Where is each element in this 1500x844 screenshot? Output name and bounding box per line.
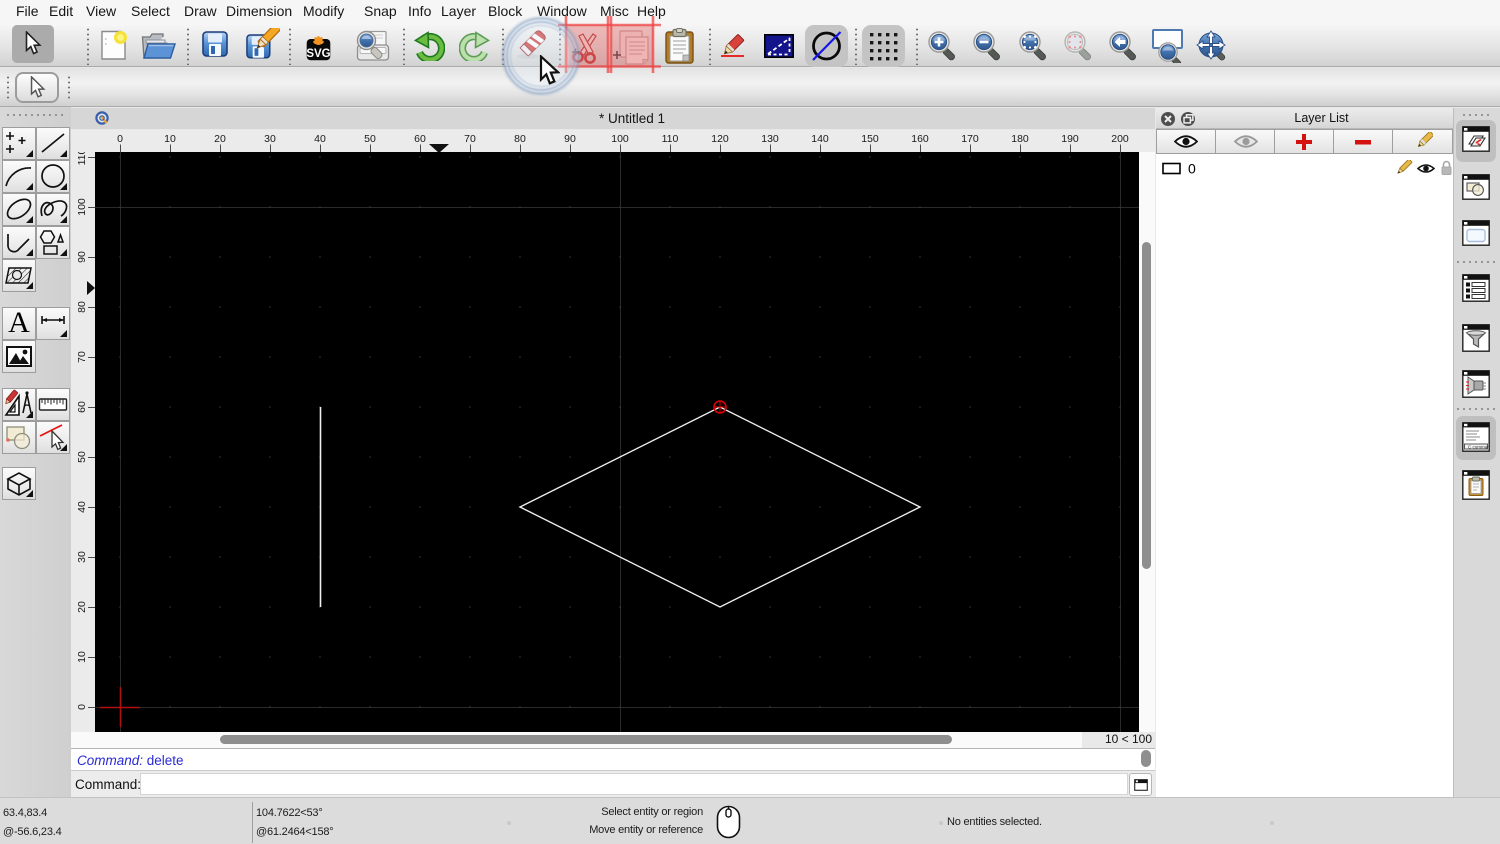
svg-text:0: 0 bbox=[76, 704, 88, 710]
svg-text:110: 110 bbox=[76, 152, 88, 165]
svg-text:200: 200 bbox=[1111, 133, 1129, 145]
svg-text:30: 30 bbox=[264, 133, 276, 145]
svg-text:120: 120 bbox=[711, 133, 729, 145]
svg-text:0: 0 bbox=[1188, 161, 1196, 177]
svg-text:60: 60 bbox=[414, 133, 426, 145]
svg-text:20: 20 bbox=[76, 601, 88, 613]
svg-text:60: 60 bbox=[76, 401, 88, 413]
svg-text:180: 180 bbox=[1011, 133, 1029, 145]
svg-text:40: 40 bbox=[76, 501, 88, 513]
svg-text:C command: C command bbox=[1468, 444, 1490, 449]
svg-text:150: 150 bbox=[861, 133, 879, 145]
svg-text:20: 20 bbox=[214, 133, 226, 145]
svg-text:190: 190 bbox=[1061, 133, 1079, 145]
svg-text:30: 30 bbox=[76, 551, 88, 563]
svg-text:140: 140 bbox=[811, 133, 829, 145]
svg-text:70: 70 bbox=[464, 133, 476, 145]
svg-text:50: 50 bbox=[364, 133, 376, 145]
svg-text:80: 80 bbox=[514, 133, 526, 145]
svg-text:130: 130 bbox=[761, 133, 779, 145]
svg-text:160: 160 bbox=[911, 133, 929, 145]
svg-text:50: 50 bbox=[76, 451, 88, 463]
svg-text:110: 110 bbox=[662, 133, 679, 145]
svg-text:0: 0 bbox=[117, 133, 123, 145]
svg-text:80: 80 bbox=[76, 301, 88, 313]
svg-text:40: 40 bbox=[314, 133, 326, 145]
svg-text:70: 70 bbox=[76, 351, 88, 363]
svg-text:SVG: SVG bbox=[306, 48, 330, 60]
svg-text:170: 170 bbox=[961, 133, 979, 145]
svg-text:10: 10 bbox=[164, 133, 176, 145]
svg-text:90: 90 bbox=[76, 251, 88, 263]
svg-text:10: 10 bbox=[76, 651, 88, 663]
svg-text:100: 100 bbox=[611, 133, 629, 145]
svg-text:100: 100 bbox=[76, 198, 88, 216]
svg-text:90: 90 bbox=[564, 133, 576, 145]
